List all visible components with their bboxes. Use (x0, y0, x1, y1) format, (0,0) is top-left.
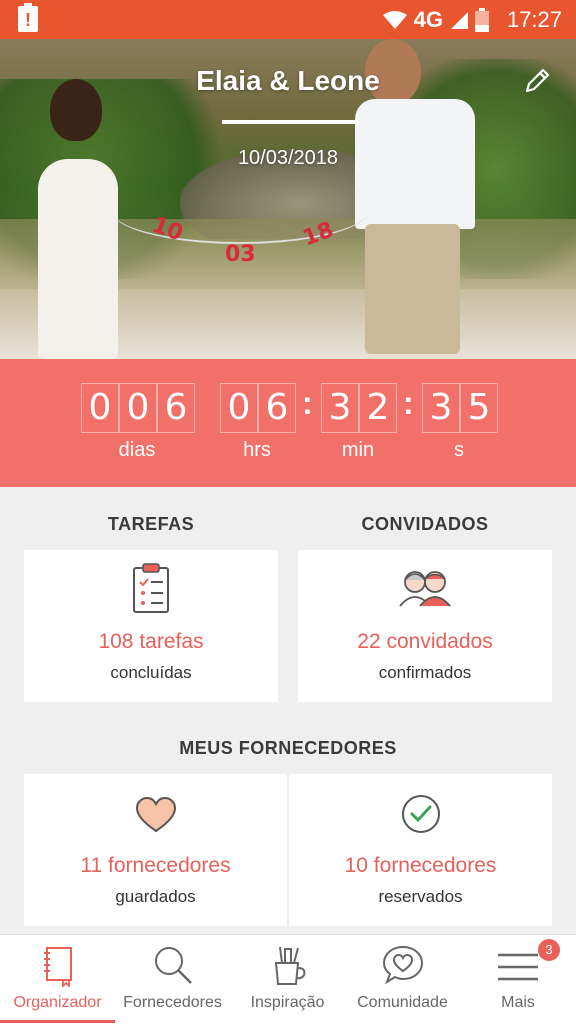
booked-vendors-caption: reservados (378, 887, 463, 906)
chat-heart-icon (382, 945, 423, 985)
wifi-icon (382, 10, 407, 29)
hours-digit-2: 6 (258, 383, 296, 433)
active-indicator (0, 1020, 115, 1023)
seconds-label: s (454, 439, 464, 461)
menu-icon (498, 953, 538, 981)
signal-icon (450, 11, 468, 29)
guests-count: 22 convidados (357, 630, 493, 653)
status-bar-right: 4G 17:27 (382, 0, 562, 39)
check-circle-icon (401, 795, 440, 833)
days-digit-2: 0 (119, 383, 157, 433)
vendors-title: MEUS FORNECEDORES (179, 738, 397, 758)
wedding-date: 10/03/2018 (237, 147, 339, 169)
notification-badge: 3 (538, 939, 560, 961)
guests-caption: confirmados (378, 663, 472, 682)
guests-title: CONVIDADOS (361, 514, 489, 534)
booked-vendors-card[interactable]: 10 fornecedores reservados (289, 774, 552, 926)
nav-fornecedores[interactable]: Fornecedores (115, 935, 230, 1024)
nav-label: Inspiração (250, 994, 325, 1011)
colon-separator: : (403, 385, 414, 421)
days-digit-1: 0 (81, 383, 119, 433)
nav-organizador[interactable]: Organizador (0, 935, 115, 1024)
nav-mais[interactable]: 3 Mais (460, 935, 576, 1024)
nav-label: Mais (501, 994, 535, 1011)
checklist-icon (133, 563, 169, 613)
banner-tag-month: 03 (225, 242, 256, 267)
couple-names: Elaia & Leone (196, 65, 380, 96)
edit-button[interactable] (522, 66, 556, 100)
title-divider (222, 120, 357, 124)
brushes-icon (274, 946, 305, 985)
saved-vendors-caption: guardados (115, 887, 196, 906)
guests-icon (399, 571, 451, 607)
tasks-count: 108 tarefas (98, 630, 204, 653)
nav-comunidade[interactable]: Comunidade (345, 935, 460, 1024)
battery-icon (474, 7, 489, 32)
saved-vendors-count: 11 fornecedores (80, 854, 231, 877)
wedding-countdown: 0 0 6 0 6 : 3 2 : 3 5 dias hrs min s (0, 359, 576, 487)
minutes-digit-1: 3 (321, 383, 359, 433)
days-digit-3: 6 (157, 383, 195, 433)
network-type: 4G (413, 6, 443, 32)
seconds-digit-1: 3 (422, 383, 460, 433)
booked-vendors-count: 10 fornecedores (344, 854, 497, 877)
days-label: dias (118, 439, 156, 461)
notebook-icon (43, 947, 72, 987)
seconds-digit-2: 5 (460, 383, 498, 433)
hours-digit-1: 0 (220, 383, 258, 433)
minutes-digit-2: 2 (359, 383, 397, 433)
saved-vendors-card[interactable]: 11 fornecedores guardados (24, 774, 287, 926)
heart-icon (135, 796, 176, 833)
nav-label: Organizador (13, 994, 102, 1011)
tasks-caption: concluídas (110, 663, 192, 682)
colon-separator: : (302, 385, 313, 421)
tasks-card[interactable]: 108 tarefas concluídas (24, 550, 278, 702)
nav-inspiracao[interactable]: Inspiração (230, 935, 345, 1024)
pencil-icon (525, 68, 550, 93)
clock: 17:27 (506, 6, 562, 32)
search-icon (154, 947, 192, 984)
bottom-navigation: Organizador Fornecedores Inspiração Comu… (0, 934, 576, 1024)
tasks-title: TAREFAS (107, 514, 195, 534)
guests-card[interactable]: 22 convidados confirmados (298, 550, 552, 702)
status-bar: ! 4G 17:27 (0, 0, 576, 39)
nav-label: Comunidade (357, 994, 448, 1011)
nav-label: Fornecedores (123, 994, 222, 1011)
alert-icon: ! (18, 3, 38, 32)
